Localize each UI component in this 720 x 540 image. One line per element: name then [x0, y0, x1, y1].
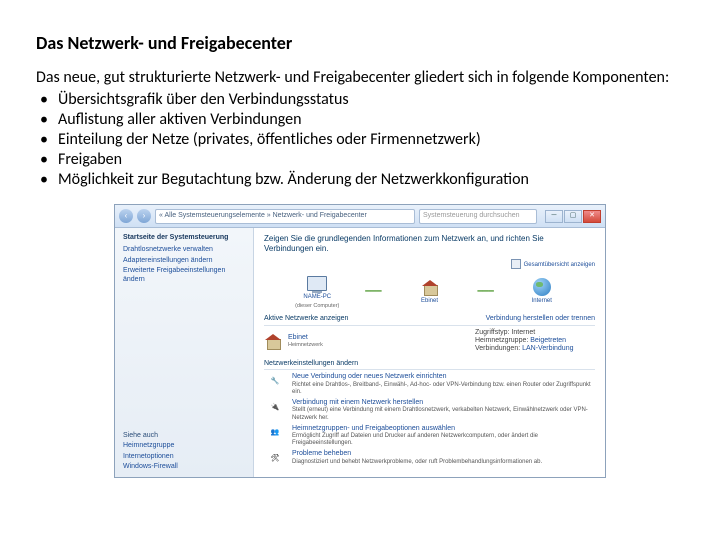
cfg-desc: Richtet eine Drahtlos-, Breitband-, Einw… — [292, 382, 595, 396]
setup-icon: 🔧 — [264, 373, 286, 391]
bullet-item: Auflistung aller aktiven Verbindungen — [36, 110, 684, 130]
max-button[interactable]: ▢ — [564, 210, 582, 223]
active-net-name[interactable]: Ebinet — [288, 334, 469, 342]
bullet-item: Übersichtsgrafik über den Verbindungssta… — [36, 90, 684, 110]
bullet-item: Möglichkeit zur Begutachtung bzw. Änderu… — [36, 170, 684, 190]
network-name: Ebinet — [421, 298, 438, 305]
main-title: Zeigen Sie die grundlegenden Information… — [264, 234, 595, 253]
house-icon — [421, 280, 439, 294]
main-content: Zeigen Sie die grundlegenden Information… — [254, 228, 605, 477]
cfg-desc: Stellt (erneut) eine Verbindung mit eine… — [292, 407, 595, 421]
cfg-link[interactable]: Probleme beheben — [292, 450, 351, 457]
link-line: ━━━ — [365, 286, 381, 297]
bullet-item: Freigaben — [36, 150, 684, 170]
map-link[interactable]: Gesamtübersicht anzeigen — [524, 262, 595, 268]
intro-text: Das neue, gut strukturierte Netzwerk- un… — [36, 68, 684, 88]
see-also-link[interactable]: Windows-Firewall — [123, 463, 245, 471]
search-input[interactable]: Systemsteuerung durchsuchen — [419, 209, 537, 224]
cfg-link[interactable]: Verbindung mit einem Netzwerk herstellen — [292, 399, 423, 406]
bullet-list: Übersichtsgrafik über den Verbindungssta… — [36, 90, 684, 190]
pc-sub: (dieser Computer) — [295, 303, 339, 310]
active-net-type: Heimnetzwerk — [288, 342, 469, 349]
screenshot-window: ‹ › « Alle Systemsteuerungselemente » Ne… — [114, 204, 606, 478]
active-networks-header: Aktive Netzwerke anzeigenVerbindung hers… — [264, 315, 595, 325]
close-button[interactable]: ✕ — [583, 210, 601, 223]
min-button[interactable]: ─ — [545, 210, 563, 223]
sidebar-link[interactable]: Drahtlosnetzwerke verwalten — [123, 246, 245, 254]
sidebar-link[interactable]: Adaptereinstellungen ändern — [123, 257, 245, 265]
forward-button[interactable]: › — [137, 209, 151, 223]
computer-icon — [307, 276, 327, 291]
page-heading: Das Netzwerk- und Freigabecenter — [36, 32, 684, 54]
address-bar[interactable]: « Alle Systemsteuerungselemente » Netzwe… — [155, 209, 415, 224]
sidebar-header: Startseite der Systemsteuerung — [123, 234, 245, 242]
homegroup-label: Heimnetzgruppe: — [475, 337, 528, 344]
link-line: ━━━ — [478, 286, 494, 297]
connect-icon: 🔌 — [264, 399, 286, 417]
access-value: Internet — [511, 329, 535, 336]
back-button[interactable]: ‹ — [119, 209, 133, 223]
map-icon — [511, 259, 521, 269]
sidebar-link[interactable]: Erweiterte Freigabeeinstellungen ändern — [123, 267, 245, 284]
see-also-link[interactable]: Heimnetzgruppe — [123, 442, 245, 450]
window-titlebar: ‹ › « Alle Systemsteuerungselemente » Ne… — [115, 205, 605, 228]
homegroup-link[interactable]: Beigetreten — [530, 337, 566, 344]
sidebar: Startseite der Systemsteuerung Drahtlosn… — [115, 228, 254, 477]
access-label: Zugriffstyp: — [475, 329, 510, 336]
bullet-item: Einteilung der Netze (privates, öffentli… — [36, 130, 684, 150]
see-also-link[interactable]: Internetoptionen — [123, 453, 245, 461]
see-also-header: Siehe auch — [123, 432, 245, 440]
cfg-link[interactable]: Neue Verbindung oder neues Netzwerk einr… — [292, 373, 447, 380]
house-icon — [264, 334, 282, 348]
change-settings-header: Netzwerkeinstellungen ändern — [264, 360, 595, 370]
connect-link[interactable]: Verbindung herstellen oder trennen — [486, 315, 595, 323]
connections-label: Verbindungen: — [475, 345, 520, 352]
cfg-link[interactable]: Heimnetzgruppen- und Freigabeoptionen au… — [292, 425, 455, 432]
cfg-desc: Diagnostiziert und behebt Netzwerkproble… — [292, 459, 542, 466]
troubleshoot-icon: 🛠 — [264, 450, 286, 468]
homegroup-icon: 👥 — [264, 425, 286, 443]
cfg-desc: Ermöglicht Zugriff auf Dateien und Druck… — [292, 433, 595, 447]
pc-name: NAME-PC — [303, 294, 331, 301]
internet-label: Internet — [532, 298, 552, 305]
network-map: NAME-PC (dieser Computer) ━━━ Ebinet ━━━… — [264, 273, 595, 309]
globe-icon — [533, 278, 551, 296]
connection-link[interactable]: LAN-Verbindung — [522, 345, 573, 352]
